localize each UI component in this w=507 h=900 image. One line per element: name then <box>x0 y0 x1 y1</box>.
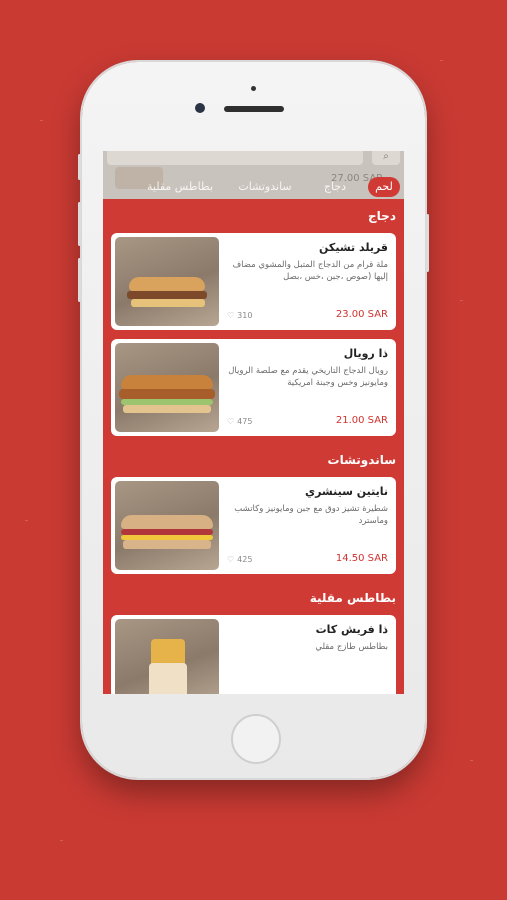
item-likes: ♡ 475 <box>227 417 252 426</box>
item-image <box>115 343 219 432</box>
section-title-chicken: دجاج <box>368 209 396 223</box>
patty <box>127 291 207 299</box>
likes-count: 310 <box>237 311 253 320</box>
heart-icon: ♡ <box>227 417 235 426</box>
bun-bottom <box>123 540 211 549</box>
menu-item-card[interactable]: ذا فريش كات بطاطس طازج مقلي <box>111 615 396 694</box>
background-texture <box>25 520 28 521</box>
search-icon[interactable]: ⌕ <box>372 151 400 165</box>
item-name: ذا رويال <box>343 347 388 360</box>
item-description: شطيرة تشيز دوق مع جبن ومايونيز وكاتشب وم… <box>234 504 388 526</box>
sensor <box>251 86 256 91</box>
section-title-fries: بطاطس مقلية <box>309 591 396 605</box>
power-button <box>426 214 429 272</box>
fried-chicken <box>119 389 215 399</box>
mute-switch <box>78 154 81 180</box>
background-texture <box>440 60 443 61</box>
front-camera <box>195 103 205 113</box>
item-price: 14.50 SAR <box>335 553 388 564</box>
volume-down-button <box>78 258 81 302</box>
item-price: 23.00 SAR <box>335 309 388 320</box>
item-likes: ♡ 425 <box>227 555 252 564</box>
item-image <box>115 237 219 326</box>
item-image <box>115 481 219 570</box>
category-tabs: لحم دجاج ساندوتشات بطاطس مقلية <box>103 177 404 197</box>
search-input[interactable] <box>107 151 363 165</box>
background-texture <box>60 840 63 841</box>
background-texture <box>40 120 43 121</box>
header: ⌕ 27.00 SAR لحم دجاج ساندوتشات بطاطس مقل… <box>103 151 404 199</box>
item-name: نايتين سينشري <box>304 485 388 498</box>
tab-sandwiches[interactable]: ساندوتشات <box>230 177 300 197</box>
item-description: رويال الدجاج التاريخي يقدم مع صلصة الروي… <box>228 366 388 388</box>
item-likes: ♡ 310 <box>227 311 252 320</box>
tab-meat[interactable]: لحم <box>368 177 400 197</box>
tab-fries[interactable]: بطاطس مقلية <box>142 177 218 197</box>
item-description: بطاطس طازج مقلي <box>315 642 388 652</box>
item-name: ذا فريش كات <box>315 623 388 636</box>
bun-top <box>129 277 205 291</box>
item-price: 21.00 SAR <box>335 415 388 426</box>
bun-bottom <box>131 299 205 307</box>
likes-count: 475 <box>237 417 253 426</box>
menu-item-card[interactable]: قريلد تشيكن ملة قرام من الدجاج المتبل وا… <box>111 233 396 330</box>
section-title-sandwiches: ساندوتشات <box>327 453 396 467</box>
app-screen: ⌕ 27.00 SAR لحم دجاج ساندوتشات بطاطس مقل… <box>103 151 404 694</box>
bun-bottom <box>123 405 211 413</box>
menu-item-card[interactable]: نايتين سينشري شطيرة تشيز دوق مع جبن وماي… <box>111 477 396 574</box>
item-description: ملة قرام من الدجاج المتبل والمشوي مضاف إ… <box>232 260 388 282</box>
fries-cup <box>149 663 187 694</box>
tab-chicken[interactable]: دجاج <box>318 177 352 197</box>
heart-icon: ♡ <box>227 555 235 564</box>
earpiece-speaker <box>224 106 284 112</box>
background-texture <box>460 300 463 301</box>
menu-item-card[interactable]: ذا رويال رويال الدجاج التاريخي يقدم مع ص… <box>111 339 396 436</box>
home-button[interactable] <box>231 714 281 764</box>
background-texture <box>470 760 473 761</box>
heart-icon: ♡ <box>227 311 235 320</box>
bun-top <box>121 375 213 389</box>
likes-count: 425 <box>237 555 253 564</box>
item-name: قريلد تشيكن <box>319 241 388 254</box>
bun-top <box>121 515 213 529</box>
volume-up-button <box>78 202 81 246</box>
item-image <box>115 619 219 694</box>
